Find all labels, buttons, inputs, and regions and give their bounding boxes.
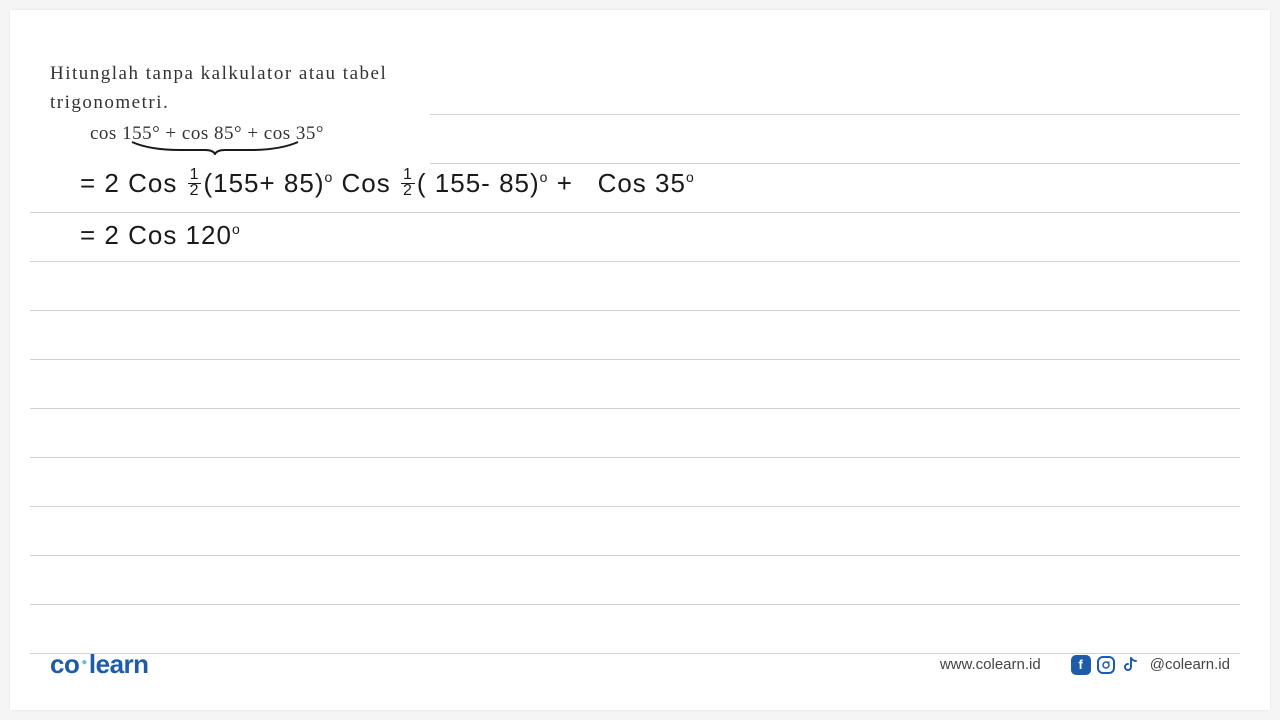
problem-text-line1: Hitunglah tanpa kalkulator atau tabel [50,60,420,89]
step2-text: = 2 Cos 120 [80,220,232,250]
fraction-half-2: 1 2 [401,168,415,198]
degree-symbol: o [325,169,334,185]
document-page: Hitunglah tanpa kalkulator atau tabel tr… [10,10,1270,710]
ruled-line [30,458,1240,507]
problem-statement: Hitunglah tanpa kalkulator atau tabel tr… [50,60,1230,145]
fraction-half-1: 1 2 [188,168,202,198]
degree-symbol: o [232,221,241,237]
step1-mid: Cos [342,168,391,198]
step1-prefix: = 2 Cos [80,168,177,198]
problem-text-line2: trigonometri. [50,89,420,118]
step1-plus: + [557,168,581,198]
ruled-line [30,262,1240,311]
handwritten-step-1: = 2 Cos 1 2 (155+ 85)o Cos 1 2 ( 155- 85… [80,168,695,200]
tiktok-icon[interactable] [1121,655,1141,675]
degree-symbol: o [540,169,549,185]
footer-right-group: www.colearn.id f @colearn.id [940,655,1230,675]
social-links: f @colearn.id [1071,655,1230,675]
step1-end: Cos 35 [598,168,686,198]
colearn-logo: co●learn [50,649,149,680]
social-handle: @colearn.id [1150,656,1230,673]
ruled-line [30,409,1240,458]
logo-dot-icon: ● [81,657,87,668]
facebook-icon[interactable]: f [1071,655,1091,675]
step1-paren1: (155+ 85) [203,168,324,198]
page-footer: co●learn www.colearn.id f @colearn.id [50,649,1230,680]
website-url: www.colearn.id [940,656,1041,673]
ruled-line [30,360,1240,409]
ruled-line [30,605,1240,654]
instagram-icon[interactable] [1097,656,1115,674]
degree-symbol: o [686,169,695,185]
ruled-line [30,556,1240,605]
handwritten-step-2: = 2 Cos 120o [80,220,241,251]
curly-brace-annotation [130,140,300,155]
step1-paren2: ( 155- 85) [417,168,540,198]
ruled-line [30,311,1240,360]
ruled-line [30,507,1240,556]
